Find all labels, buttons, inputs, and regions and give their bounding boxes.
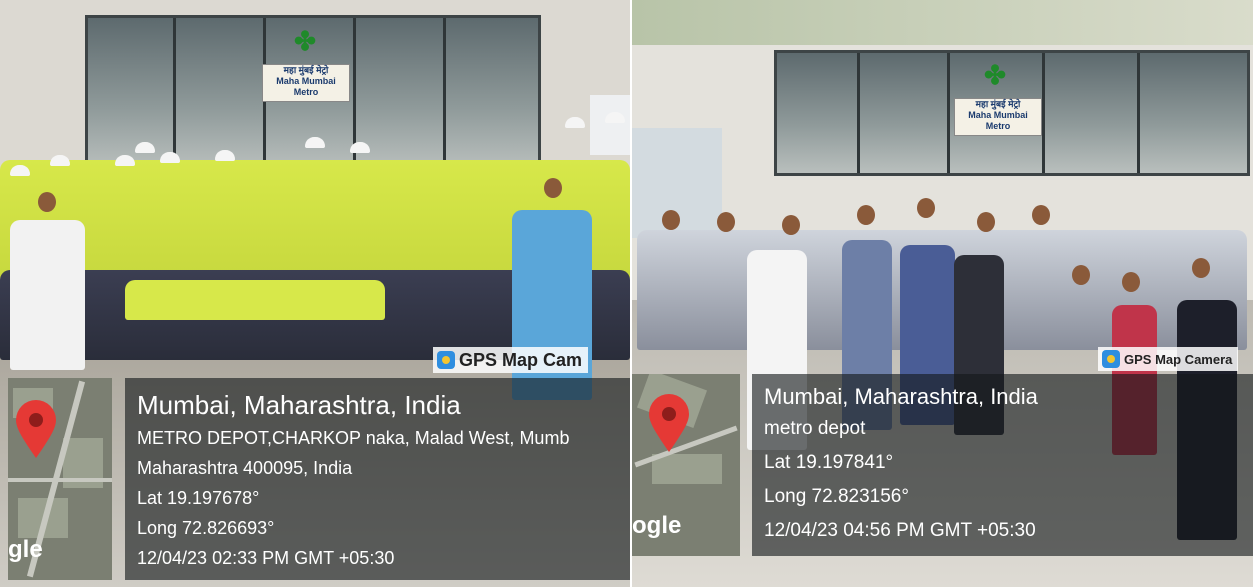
latitude: Lat 19.197678° <box>137 488 260 508</box>
geo-stamp: Mumbai, Maharashtra, India metro depot L… <box>752 374 1253 556</box>
badge-label: GPS Map Cam <box>459 349 583 370</box>
window <box>590 95 630 155</box>
map-thumbnail: gle <box>8 378 112 580</box>
map-thumbnail: ogle <box>632 374 740 556</box>
datetime: 12/04/23 04:56 PM GMT +05:30 <box>764 520 1036 541</box>
metro-sign: महा मुंबई मेट्रो Maha Mumbai Metro <box>954 98 1042 136</box>
datetime: 12/04/23 02:33 PM GMT +05:30 <box>137 548 395 568</box>
google-watermark: gle <box>8 536 43 563</box>
gps-map-camera-icon <box>1102 350 1120 368</box>
address-line-2: Maharashtra 400095, India <box>137 458 353 478</box>
longitude: Long 72.826693° <box>137 518 275 538</box>
location-pin-icon <box>16 400 56 458</box>
google-watermark: ogle <box>632 512 682 539</box>
gps-map-camera-icon <box>437 351 455 369</box>
gps-map-camera-badge: GPS Map Cam <box>433 347 589 373</box>
metro-sign-text: महा मुंबई मेट्रो Maha Mumbai Metro <box>276 65 336 97</box>
person-white-shirt <box>10 220 85 370</box>
geo-stamp: Mumbai, Maharashtra, India METRO DEPOT,C… <box>125 378 630 580</box>
metro-sign-text: महा मुंबई मेट्रो Maha Mumbai Metro <box>968 99 1028 131</box>
latitude: Lat 19.197841° <box>764 452 894 473</box>
gps-map-camera-badge: GPS Map Camera <box>1098 347 1239 371</box>
photo-left: ✤ महा मुंबई मेट्रो Maha Mumbai Metro GPS… <box>0 0 630 587</box>
metro-logo-icon: ✤ <box>984 60 1006 90</box>
badge-label: GPS Map Camera <box>1124 351 1233 367</box>
address-line-1: METRO DEPOT,CHARKOP naka, Malad West, Mu… <box>137 428 570 448</box>
longitude: Long 72.823156° <box>764 486 909 507</box>
photo-right: ✤ महा मुंबई मेट्रो Maha Mumbai Metro GPS… <box>632 0 1253 587</box>
metro-sign: महा मुंबई मेट्रो Maha Mumbai Metro <box>262 64 350 102</box>
location-title: Mumbai, Maharashtra, India <box>764 384 1038 409</box>
location-pin-icon <box>649 394 689 452</box>
metro-logo-icon: ✤ <box>294 26 316 56</box>
address-line-1: metro depot <box>764 418 866 439</box>
location-title: Mumbai, Maharashtra, India <box>137 390 461 420</box>
